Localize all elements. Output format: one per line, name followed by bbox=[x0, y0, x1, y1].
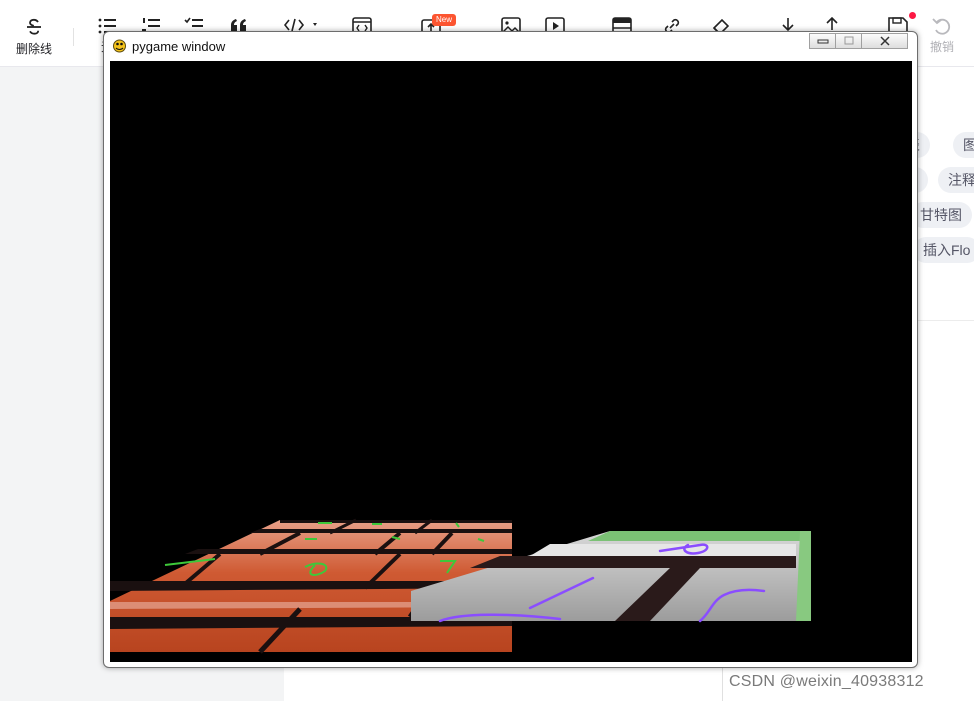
pygame-window[interactable]: pygame window bbox=[103, 31, 918, 668]
window-title: pygame window bbox=[132, 39, 226, 54]
chip-flowchart[interactable]: 插入Flo bbox=[913, 237, 974, 263]
new-badge: New bbox=[432, 14, 457, 26]
pygame-canvas[interactable] bbox=[110, 61, 912, 662]
maximize-icon bbox=[844, 36, 853, 45]
toolbar-divider bbox=[73, 28, 74, 46]
chip-gantt[interactable]: 甘特图 bbox=[910, 202, 972, 228]
maximize-button[interactable] bbox=[835, 33, 862, 49]
csdn-watermark: CSDN @weixin_40938312 bbox=[729, 673, 924, 690]
close-icon bbox=[879, 36, 890, 46]
chip-image[interactable]: 图 bbox=[953, 132, 974, 158]
undo-label: 撤销 bbox=[929, 40, 954, 54]
strikethrough-label: 删除线 bbox=[15, 42, 52, 56]
pygame-snake-icon bbox=[112, 38, 127, 58]
minimize-icon bbox=[817, 39, 828, 44]
chip-annotation[interactable]: 注释 bbox=[938, 167, 974, 193]
strikethrough-icon bbox=[27, 18, 41, 35]
pygame-titlebar[interactable]: pygame window bbox=[104, 32, 917, 61]
window-controls bbox=[809, 33, 908, 50]
panel-divider bbox=[918, 320, 974, 321]
minimize-button[interactable] bbox=[809, 33, 836, 49]
strikethrough-button[interactable]: 删除线 bbox=[13, 0, 55, 66]
close-button[interactable] bbox=[861, 33, 908, 49]
notification-dot bbox=[909, 12, 916, 19]
undo-icon bbox=[932, 18, 951, 35]
rendered-3d-scene bbox=[110, 518, 811, 654]
undo-button[interactable]: 撤销 bbox=[926, 0, 958, 66]
